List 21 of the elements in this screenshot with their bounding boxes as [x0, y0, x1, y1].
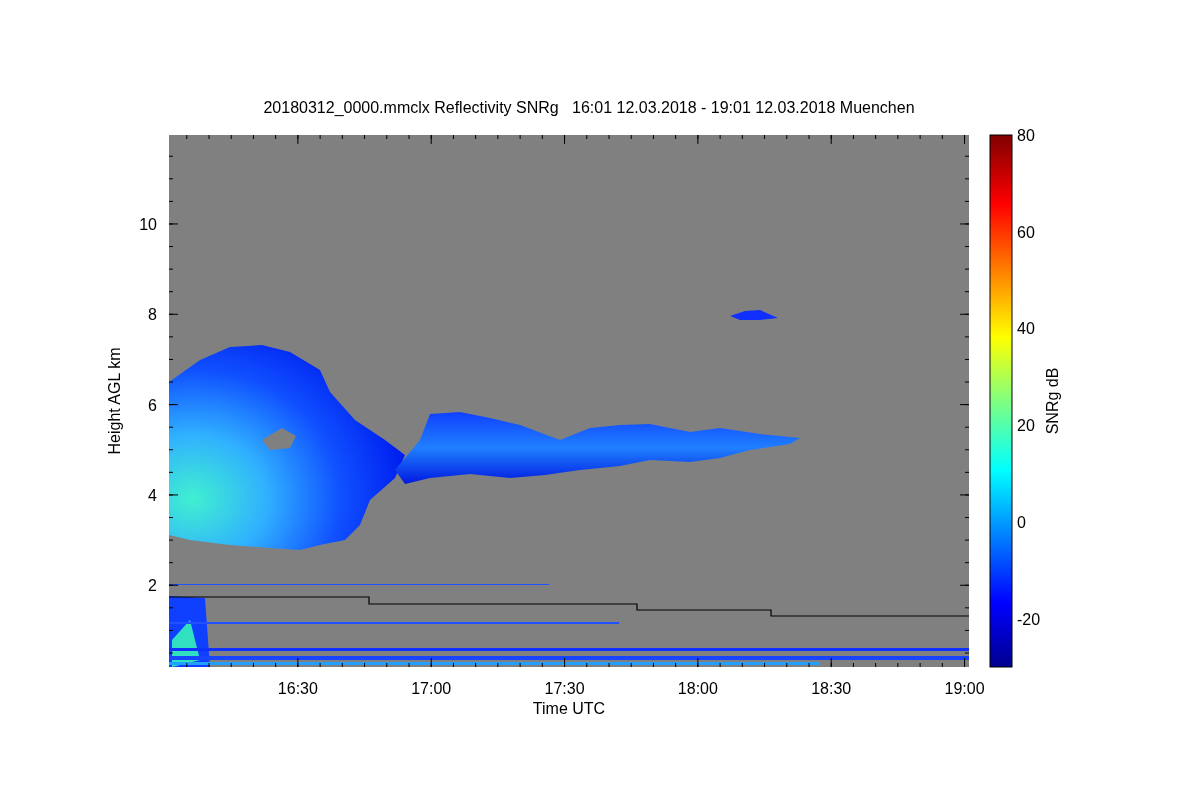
x-tick-label: 18:30 — [811, 680, 852, 697]
y-tick-label: 4 — [148, 486, 157, 504]
colorbar-tick-label: 20 — [1017, 417, 1035, 435]
colorbar-tick-label: 60 — [1017, 223, 1035, 241]
y-tick-label: 6 — [148, 396, 157, 414]
colorbar-tick-label: 0 — [1017, 513, 1026, 531]
y-tick-label: 10 — [139, 215, 157, 233]
colorbar-tick-label: 40 — [1017, 320, 1035, 338]
x-axis-label: Time UTC — [532, 700, 606, 717]
x-tick-label: 17:00 — [411, 680, 452, 697]
y-axis-label: Height AGL km — [106, 347, 123, 455]
colorbar-tick-label: 80 — [1017, 127, 1035, 144]
colorbar-tick-label: -20 — [1017, 610, 1041, 628]
y-tick-label: 8 — [148, 306, 157, 324]
colorbar-label: SNRg dB — [1044, 367, 1061, 435]
chart-title: 20180312_0000.mmclx Reflectivity SNRg 16:01 12.03.2018 - 19:01 12.03.2018 Muenchen — [263, 99, 915, 116]
x-tick-label: 19:00 — [944, 680, 985, 697]
x-tick-label: 18:00 — [677, 680, 718, 697]
y-tick-label: 2 — [148, 577, 157, 595]
x-tick-label: 17:30 — [544, 680, 585, 697]
x-tick-label: 16:30 — [277, 680, 318, 697]
